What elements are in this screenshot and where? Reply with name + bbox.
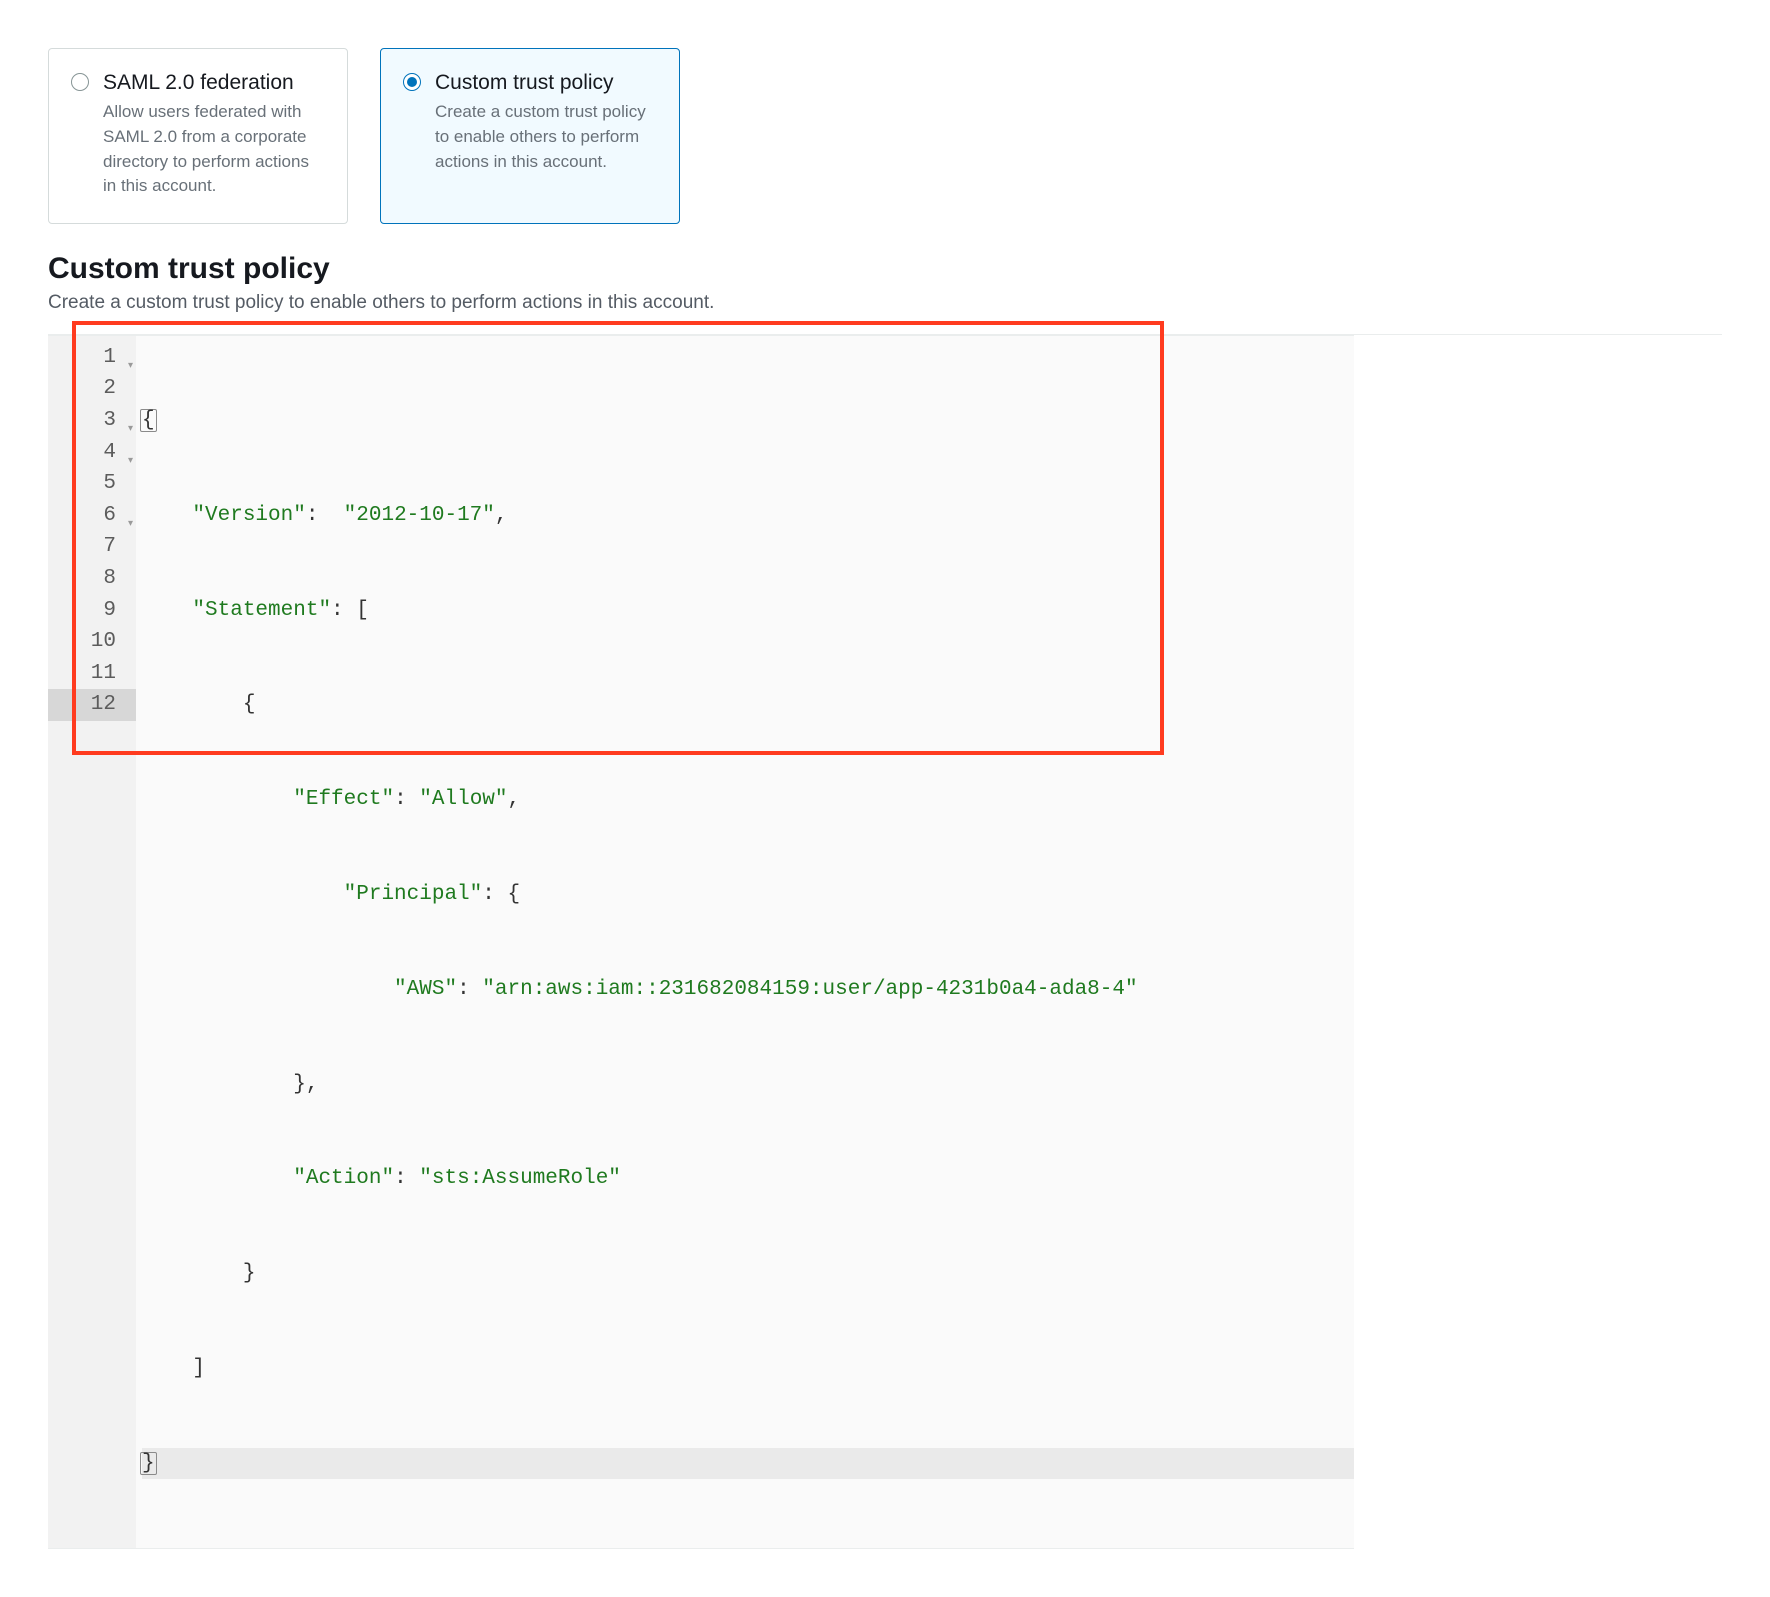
code-line: "Version": "2012-10-17",	[142, 500, 1354, 532]
code-line: "AWS": "arn:aws:iam::231682084159:user/a…	[142, 974, 1354, 1006]
section-desc: Create a custom trust policy to enable o…	[48, 292, 1722, 314]
option-custom-trust-policy[interactable]: Custom trust policy Create a custom trus…	[380, 48, 680, 224]
line-number: 5	[48, 468, 136, 500]
radio-saml[interactable]	[71, 73, 89, 91]
code-line: "Statement": [	[142, 595, 1354, 627]
code-line: "Effect": "Allow",	[142, 784, 1354, 816]
policy-editor-wrap: 1▾ 2 3▾ 4▾ 5 6▾ 7 8 9 10 11 12 { "Versio…	[48, 335, 1722, 1550]
code-line: "Principal": {	[142, 879, 1354, 911]
code-line: },	[142, 1069, 1354, 1101]
line-number: 11	[48, 658, 136, 690]
option-body: Custom trust policy Create a custom trus…	[435, 69, 657, 174]
radio-custom[interactable]	[403, 73, 421, 91]
code-line: ]	[142, 1353, 1354, 1385]
line-number: 7	[48, 531, 136, 563]
code-line: {	[142, 689, 1354, 721]
code-line: "Action": "sts:AssumeRole"	[142, 1163, 1354, 1195]
editor-code[interactable]: { "Version": "2012-10-17", "Statement": …	[136, 336, 1354, 1549]
option-saml-federation[interactable]: SAML 2.0 federation Allow users federate…	[48, 48, 348, 224]
code-line: {	[142, 405, 1354, 437]
line-number: 4▾	[48, 437, 136, 469]
option-title: Custom trust policy	[435, 69, 657, 96]
line-number: 6▾	[48, 500, 136, 532]
line-number: 9	[48, 595, 136, 627]
section-title: Custom trust policy	[48, 252, 1722, 286]
trusted-entity-options: SAML 2.0 federation Allow users federate…	[48, 48, 1722, 224]
line-number: 2	[48, 373, 136, 405]
line-number: 10	[48, 626, 136, 658]
code-line: }	[142, 1448, 1354, 1480]
policy-editor[interactable]: 1▾ 2 3▾ 4▾ 5 6▾ 7 8 9 10 11 12 { "Versio…	[48, 335, 1354, 1550]
code-line: }	[142, 1258, 1354, 1290]
editor-gutter: 1▾ 2 3▾ 4▾ 5 6▾ 7 8 9 10 11 12	[48, 336, 136, 1549]
line-number: 3▾	[48, 405, 136, 437]
line-number: 1▾	[48, 342, 136, 374]
option-body: SAML 2.0 federation Allow users federate…	[103, 69, 325, 199]
line-number: 12	[48, 689, 136, 721]
line-number: 8	[48, 563, 136, 595]
option-title: SAML 2.0 federation	[103, 69, 325, 96]
option-desc: Allow users federated with SAML 2.0 from…	[103, 100, 325, 199]
option-desc: Create a custom trust policy to enable o…	[435, 100, 657, 174]
